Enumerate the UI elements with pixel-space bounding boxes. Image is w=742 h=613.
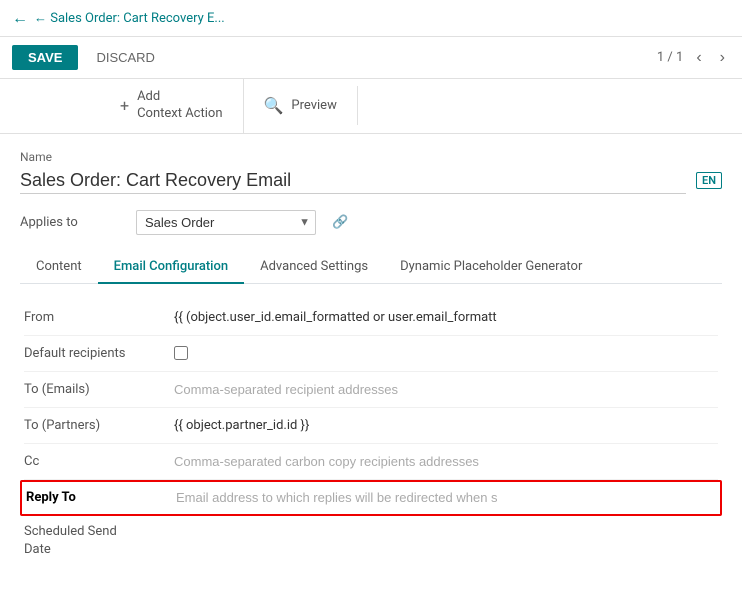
add-context-action-line2: Context Action <box>137 106 222 123</box>
tab-advanced-settings[interactable]: Advanced Settings <box>244 251 384 284</box>
cc-input[interactable] <box>174 454 718 469</box>
add-context-action-button[interactable]: + Add Context Action <box>100 79 244 133</box>
to-emails-field: To (Emails) <box>24 372 718 408</box>
prev-button[interactable]: ‹ <box>691 47 706 69</box>
action-bar: SAVE DISCARD 1 / 1 ‹ › <box>0 37 742 79</box>
reply-to-field: Reply To <box>20 480 722 516</box>
to-partners-label: To (Partners) <box>24 418 174 433</box>
email-config-section: From {{ (object.user_id.email_formatted … <box>20 300 722 566</box>
back-button[interactable]: ← <box>12 8 28 28</box>
name-section: Name EN <box>20 150 722 194</box>
applies-to-row: Applies to Sales Order ▼ 🔗 <box>20 210 722 235</box>
preview-label: Preview <box>291 98 336 113</box>
plus-icon: + <box>120 96 129 115</box>
preview-button[interactable]: 🔍 Preview <box>244 86 358 125</box>
reply-to-input[interactable] <box>176 490 716 505</box>
applies-to-label: Applies to <box>20 215 120 230</box>
tab-content[interactable]: Content <box>20 251 98 284</box>
breadcrumb-title[interactable]: ← Sales Order: Cart Recovery E... <box>34 10 225 26</box>
main-content: Name EN Applies to Sales Order ▼ 🔗 Conte… <box>0 134 742 582</box>
applies-to-select-wrapper: Sales Order ▼ <box>136 210 316 235</box>
discard-button[interactable]: DISCARD <box>86 45 165 70</box>
default-recipients-label: Default recipients <box>24 346 174 361</box>
to-partners-value: {{ object.partner_id.id }} <box>174 418 718 433</box>
tab-dynamic-placeholder[interactable]: Dynamic Placeholder Generator <box>384 251 598 284</box>
scheduled-send-field: Scheduled Send Date <box>24 516 718 566</box>
applies-to-select[interactable]: Sales Order <box>136 210 316 235</box>
toolbar: + Add Context Action 🔍 Preview <box>0 79 742 134</box>
reply-to-label: Reply To <box>26 490 176 505</box>
pagination: 1 / 1 ‹ › <box>657 47 730 69</box>
add-context-action-line1: Add <box>137 89 222 106</box>
to-emails-label: To (Emails) <box>24 382 174 397</box>
scheduled-send-label: Scheduled Send Date <box>24 523 174 559</box>
default-recipients-field: Default recipients <box>24 336 718 372</box>
tab-email-configuration[interactable]: Email Configuration <box>98 251 244 284</box>
tabs-bar: Content Email Configuration Advanced Set… <box>20 251 722 284</box>
to-emails-input[interactable] <box>174 382 718 397</box>
save-button[interactable]: SAVE <box>12 45 78 70</box>
from-value: {{ (object.user_id.email_formatted or us… <box>174 310 718 325</box>
default-recipients-checkbox[interactable] <box>174 346 188 360</box>
scheduled-send-input[interactable] <box>174 523 718 538</box>
from-label: From <box>24 310 174 325</box>
preview-icon: 🔍 <box>264 96 284 115</box>
cc-label: Cc <box>24 454 174 469</box>
name-label: Name <box>20 150 722 164</box>
lang-badge[interactable]: EN <box>696 172 722 189</box>
cc-field: Cc <box>24 444 718 480</box>
next-button[interactable]: › <box>715 47 730 69</box>
pagination-text: 1 / 1 <box>657 50 683 65</box>
name-input[interactable] <box>20 168 686 194</box>
to-partners-field: To (Partners) {{ object.partner_id.id }} <box>24 408 718 444</box>
external-link-icon[interactable]: 🔗 <box>332 215 348 230</box>
from-field: From {{ (object.user_id.email_formatted … <box>24 300 718 336</box>
breadcrumb-bar: ← ← Sales Order: Cart Recovery E... <box>0 0 742 37</box>
